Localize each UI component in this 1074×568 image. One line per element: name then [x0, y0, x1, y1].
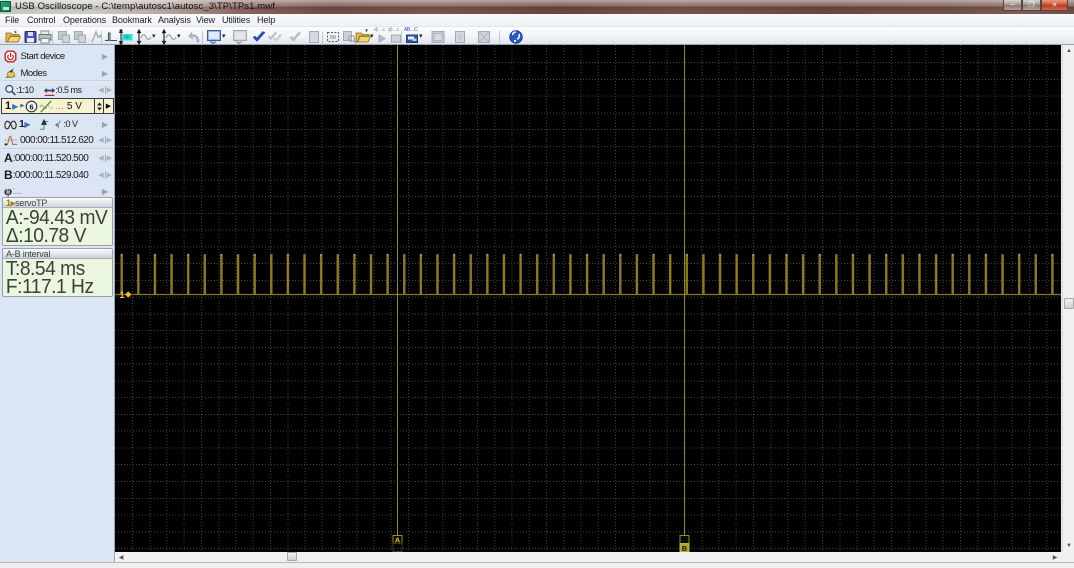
svg-text:A: A — [395, 536, 401, 545]
svg-text:6: 6 — [29, 102, 33, 111]
svg-text:f: f — [57, 119, 61, 129]
svg-text:1: 1 — [120, 290, 125, 300]
svg-text:B: B — [682, 544, 688, 552]
